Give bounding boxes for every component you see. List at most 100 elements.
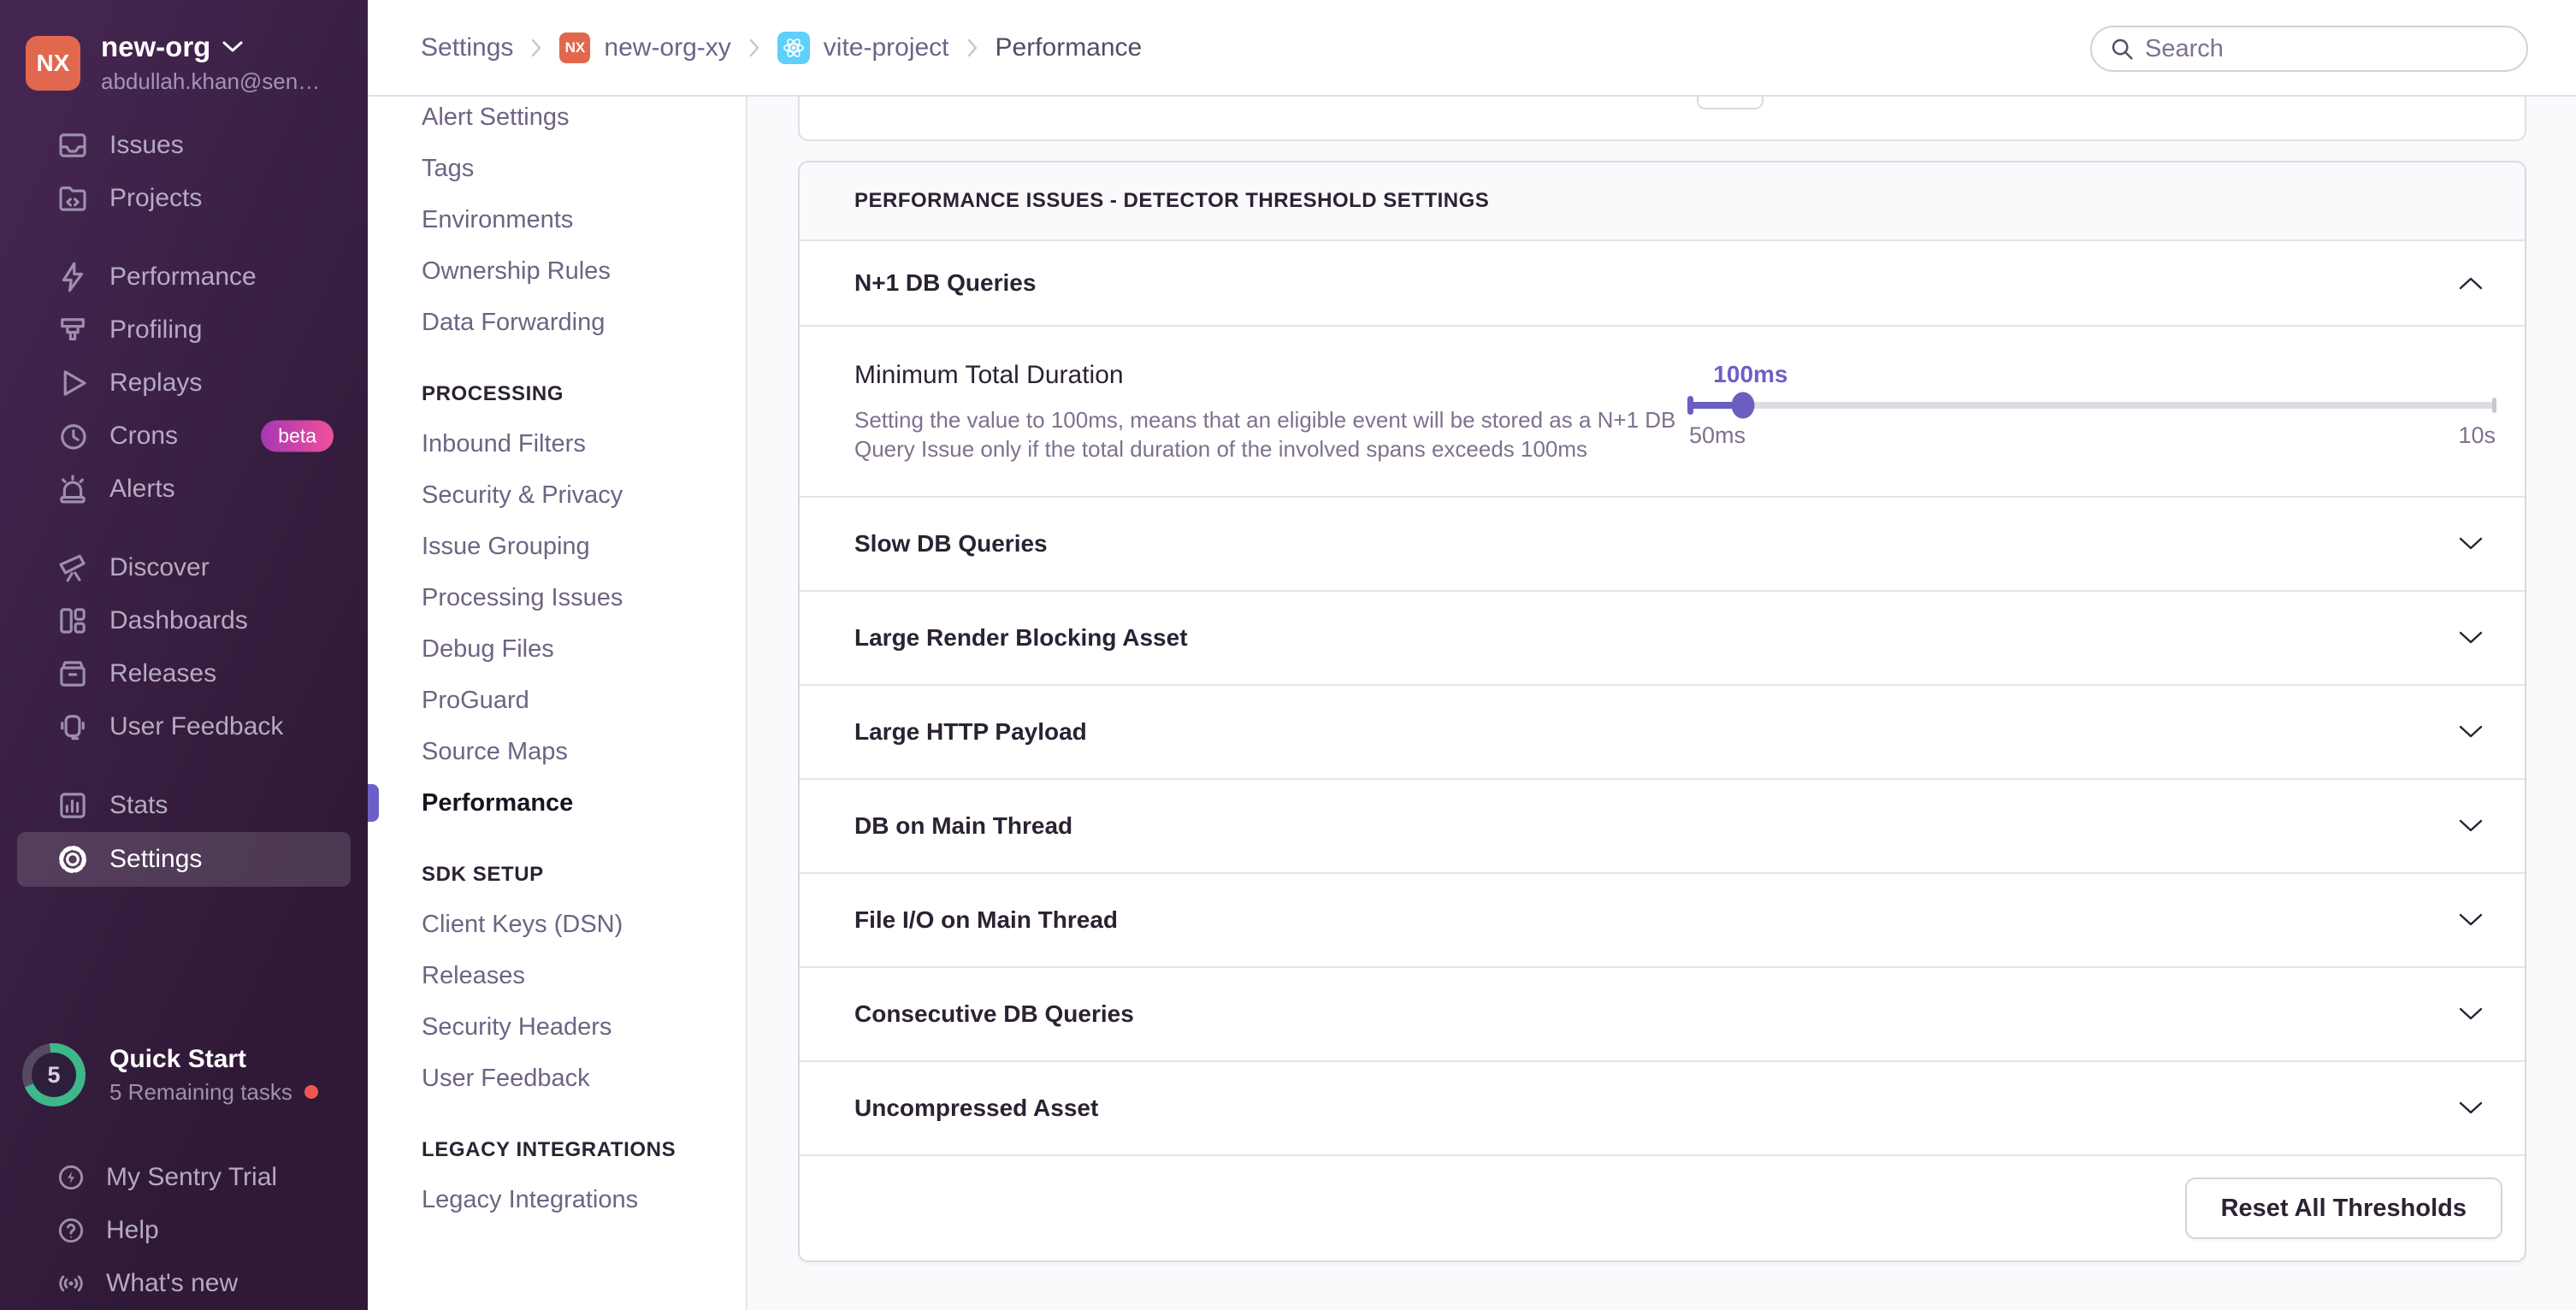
- settings-nav-debug-files[interactable]: Debug Files: [368, 623, 746, 675]
- accordion-title: Large Render Blocking Asset: [854, 624, 1188, 652]
- sidebar-item-my-sentry-trial[interactable]: My Sentry Trial: [0, 1151, 368, 1204]
- search-input[interactable]: [2145, 35, 2509, 63]
- breadcrumb-current-page: Performance: [996, 33, 1143, 62]
- sidebar-item-label: Help: [106, 1216, 159, 1245]
- settings-nav-performance[interactable]: Performance: [368, 777, 746, 829]
- settings-nav-alert-settings[interactable]: Alert Settings: [368, 97, 746, 143]
- nav-label: Data Forwarding: [422, 309, 605, 337]
- sidebar-item-discover[interactable]: Discover: [0, 541, 368, 594]
- sidebar-item-dashboards[interactable]: Dashboards: [0, 594, 368, 647]
- nav-label: Releases: [422, 962, 525, 990]
- panel-footer: Reset All Thresholds: [800, 1156, 2525, 1260]
- settings-nav-security-privacy[interactable]: Security & Privacy: [368, 469, 746, 521]
- settings-nav-user-feedback[interactable]: User Feedback: [368, 1053, 746, 1104]
- sidebar-item-crons[interactable]: Crons beta: [0, 410, 368, 463]
- cutoff-panel-above: [798, 97, 2526, 141]
- reset-all-thresholds-button[interactable]: Reset All Thresholds: [2185, 1177, 2502, 1239]
- sidebar-item-settings[interactable]: Settings: [17, 832, 351, 887]
- accordion-file-io-on-main-thread[interactable]: File I/O on Main Thread: [800, 874, 2525, 968]
- sidebar-item-whats-new[interactable]: What's new: [0, 1257, 368, 1310]
- chevron-down-icon: [2458, 912, 2484, 928]
- breadcrumb-project[interactable]: vite-project: [777, 32, 949, 64]
- sidebar-item-releases[interactable]: Releases: [0, 647, 368, 700]
- settings-nav-client-keys[interactable]: Client Keys (DSN): [368, 899, 746, 950]
- org-email: abdullah.khan@sen…: [101, 68, 320, 95]
- chevron-down-icon: [2458, 1006, 2484, 1022]
- discover-icon: [55, 550, 91, 586]
- setting-label: Minimum Total Duration: [854, 361, 1689, 390]
- sidebar-item-profiling[interactable]: Profiling: [0, 304, 368, 357]
- nav-label: ProGuard: [422, 687, 529, 715]
- accordion-title: Consecutive DB Queries: [854, 1000, 1134, 1028]
- settings-nav-source-maps[interactable]: Source Maps: [368, 726, 746, 777]
- nav-label: Inbound Filters: [422, 430, 586, 458]
- sidebar-item-label: Profiling: [109, 316, 202, 345]
- sidebar-menu: Issues Projects Performance Profiling Re…: [0, 119, 368, 887]
- sidebar-item-label: Performance: [109, 263, 257, 292]
- quick-start-progress-ring: 5: [22, 1043, 86, 1106]
- panel-title: PERFORMANCE ISSUES - DETECTOR THRESHOLD …: [800, 162, 2525, 241]
- accordion-uncompressed-asset[interactable]: Uncompressed Asset: [800, 1062, 2525, 1156]
- accordion-slow-db-queries[interactable]: Slow DB Queries: [800, 498, 2525, 592]
- breadcrumb-separator-icon: [748, 38, 760, 58]
- nav-label: Security & Privacy: [422, 481, 623, 510]
- sidebar-item-issues[interactable]: Issues: [0, 119, 368, 172]
- settings-nav-inbound-filters[interactable]: Inbound Filters: [368, 418, 746, 469]
- topbar: Settings NX new-org-xy vite-project Perf…: [368, 0, 2576, 97]
- sidebar-item-label: Projects: [109, 184, 202, 213]
- nav-label: Issue Grouping: [422, 533, 590, 561]
- accordion-large-http-payload[interactable]: Large HTTP Payload: [800, 686, 2525, 780]
- sidebar-item-label: Crons: [109, 422, 178, 451]
- main-sidebar: NX new-org abdullah.khan@sen… Issues Pro…: [0, 0, 368, 1310]
- breadcrumb-settings[interactable]: Settings: [421, 33, 513, 62]
- quick-start-title: Quick Start: [109, 1045, 318, 1074]
- user-feedback-icon: [55, 709, 91, 745]
- accordion-n1-db-queries[interactable]: N+1 DB Queries: [800, 241, 2525, 327]
- settings-nav-proguard[interactable]: ProGuard: [368, 675, 746, 726]
- settings-nav-data-forwarding[interactable]: Data Forwarding: [368, 297, 746, 348]
- breadcrumb-organization[interactable]: NX new-org-xy: [559, 32, 730, 63]
- duration-slider: 100ms 50ms 10s: [1689, 361, 2496, 496]
- sidebar-item-label: Alerts: [109, 475, 175, 504]
- accordion-title: File I/O on Main Thread: [854, 906, 1118, 934]
- slider-value: 100ms: [1713, 361, 1787, 388]
- settings-nav-tags[interactable]: Tags: [368, 143, 746, 194]
- slider-thumb[interactable]: [1732, 392, 1755, 419]
- quick-start[interactable]: 5 Quick Start 5 Remaining tasks: [22, 1043, 318, 1106]
- projects-icon: [55, 180, 91, 216]
- org-switcher[interactable]: NX new-org abdullah.khan@sen…: [0, 0, 368, 95]
- slider-track[interactable]: [1689, 402, 2496, 409]
- settings-nav-legacy-integrations[interactable]: Legacy Integrations: [368, 1174, 746, 1225]
- accordion-title: Uncompressed Asset: [854, 1095, 1098, 1122]
- quick-start-subtitle: 5 Remaining tasks: [109, 1079, 292, 1106]
- sidebar-item-user-feedback[interactable]: User Feedback: [0, 700, 368, 753]
- sidebar-item-label: Dashboards: [109, 606, 248, 635]
- settings-nav-releases[interactable]: Releases: [368, 950, 746, 1001]
- dashboards-icon: [55, 603, 91, 639]
- sidebar-item-projects[interactable]: Projects: [0, 172, 368, 225]
- react-project-icon: [777, 32, 810, 64]
- performance-icon: [55, 259, 91, 295]
- sidebar-item-alerts[interactable]: Alerts: [0, 463, 368, 516]
- accordion-large-render-blocking-asset[interactable]: Large Render Blocking Asset: [800, 592, 2525, 686]
- sidebar-item-replays[interactable]: Replays: [0, 357, 368, 410]
- settings-nav-security-headers[interactable]: Security Headers: [368, 1001, 746, 1053]
- nav-label: Performance: [422, 789, 573, 817]
- sidebar-item-label: Stats: [109, 791, 168, 820]
- replays-icon: [55, 365, 91, 401]
- nav-label: Tags: [422, 155, 474, 183]
- sidebar-item-stats[interactable]: Stats: [0, 779, 368, 832]
- settings-nav-issue-grouping[interactable]: Issue Grouping: [368, 521, 746, 572]
- sidebar-item-help[interactable]: Help: [0, 1204, 368, 1257]
- sidebar-item-performance[interactable]: Performance: [0, 251, 368, 304]
- settings-nav-environments[interactable]: Environments: [368, 194, 746, 245]
- accordion-db-on-main-thread[interactable]: DB on Main Thread: [800, 780, 2525, 874]
- accordion-consecutive-db-queries[interactable]: Consecutive DB Queries: [800, 968, 2525, 1062]
- settings-nav-ownership-rules[interactable]: Ownership Rules: [368, 245, 746, 297]
- settings-nav-processing-issues[interactable]: Processing Issues: [368, 572, 746, 623]
- cutoff-partial-control[interactable]: [1697, 97, 1764, 109]
- nav-label: Legacy Integrations: [422, 1186, 638, 1214]
- sidebar-item-label: Releases: [109, 659, 216, 688]
- nav-label: Security Headers: [422, 1013, 612, 1042]
- main-content: PERFORMANCE ISSUES - DETECTOR THRESHOLD …: [749, 97, 2576, 1310]
